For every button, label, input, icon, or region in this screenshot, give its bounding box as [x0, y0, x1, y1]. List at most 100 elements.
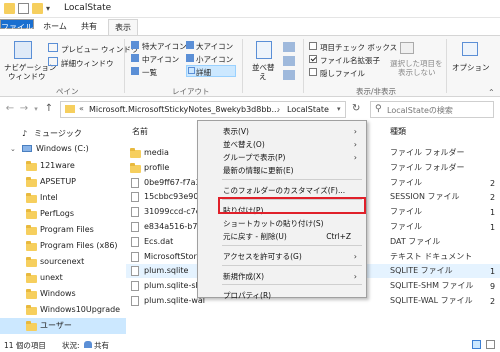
nav-item-folder[interactable]: Program Files (x86) — [0, 238, 126, 254]
folder-icon — [26, 273, 37, 283]
up-arrow-icon[interactable]: ↑ — [43, 102, 55, 116]
file-type: DAT ファイル — [390, 236, 441, 246]
share-users-icon — [84, 341, 92, 348]
layout-medium[interactable]: 中アイコン — [142, 54, 179, 65]
menu-item-label: 並べ替え(O) — [223, 140, 265, 149]
truncated-size-value: 9 — [490, 282, 496, 292]
breadcrumb-package[interactable]: Microsoft.MicrosoftStickyNotes_8wekyb3d8… — [89, 105, 279, 114]
context-menu-item[interactable]: このフォルダーのカスタマイズ(F)... — [199, 184, 365, 197]
nav-pane-label-2[interactable]: ウィンドウ — [8, 71, 46, 82]
sort-by-icon[interactable] — [256, 41, 272, 59]
nav-item-drive-c[interactable]: ⌄ Windows (C:) — [0, 141, 126, 157]
large-icons-view-toggle-icon[interactable] — [486, 340, 495, 349]
recent-dropdown-icon[interactable]: ▾ — [30, 102, 42, 116]
nav-item-label: Windows (C:) — [36, 144, 89, 153]
menu-separator — [222, 265, 362, 266]
nav-item-folder[interactable]: Windows — [0, 286, 126, 302]
breadcrumb-localstate[interactable]: LocalState — [287, 105, 329, 114]
nav-item-folder[interactable]: Intel — [0, 190, 126, 206]
details-view-toggle-icon[interactable] — [472, 340, 481, 349]
layout-small[interactable]: 小アイコン — [196, 54, 233, 65]
context-menu-item[interactable]: アクセスを許可する(G) › — [199, 250, 365, 263]
hidden-items-label[interactable]: 隠しファイル — [320, 68, 365, 79]
submenu-arrow-icon: › — [353, 252, 357, 261]
menu-item-label: 最新の情報に更新(E) — [223, 166, 294, 175]
expand-chevron-icon[interactable]: ⌄ — [10, 141, 16, 157]
nav-item-music[interactable]: ♪ ミュージック — [0, 126, 126, 142]
options-icon[interactable] — [462, 42, 478, 56]
context-menu-item[interactable]: 最新の情報に更新(E) — [199, 164, 365, 177]
file-name: Ecs.dat — [144, 236, 174, 246]
nav-item-label: APSETUP — [40, 177, 76, 186]
tab-share[interactable]: 共有 — [76, 19, 102, 35]
nav-item-label: Intel — [40, 193, 58, 202]
tab-file[interactable]: ファイル — [0, 19, 34, 32]
options-button[interactable]: オプション — [452, 62, 490, 73]
nav-item-folder[interactable]: sourcenext — [0, 254, 126, 270]
nav-item-folder[interactable]: PerfLogs — [0, 206, 126, 222]
item-checkbox-label[interactable]: 項目チェック ボックス — [320, 42, 397, 53]
preview-pane-button[interactable]: プレビュー ウィンドウ — [61, 44, 138, 55]
context-menu-item[interactable]: グループで表示(P) › — [199, 151, 365, 164]
sort-by-label-2[interactable]: え — [259, 71, 267, 82]
address-bar-row: ← → ▾ ↑ « Microsoft.MicrosoftStickyNotes… — [0, 98, 500, 122]
search-input[interactable]: ⚲ LocalStateの検索 — [370, 101, 494, 118]
address-dropdown-icon[interactable]: ▾ — [337, 105, 341, 113]
layout-extra-large[interactable]: 特大アイコン — [142, 41, 187, 52]
tab-view[interactable]: 表示 — [108, 19, 138, 35]
layout-list[interactable]: 一覧 — [142, 67, 157, 78]
column-header-name[interactable]: 名前 — [132, 126, 148, 137]
hide-selected-icon[interactable] — [400, 42, 414, 54]
paste-highlight-box — [218, 197, 366, 214]
context-menu-item[interactable]: 元に戻す - 削除(U) Ctrl+Z — [199, 230, 365, 243]
forward-arrow-icon[interactable]: → — [18, 102, 30, 116]
preview-pane-icon[interactable] — [48, 43, 58, 52]
address-overflow[interactable]: « — [79, 104, 84, 113]
nav-item-label: Program Files — [40, 225, 94, 234]
nav-item-folder[interactable]: Program Files — [0, 222, 126, 238]
group-by-icon[interactable] — [283, 42, 295, 52]
nav-item-folder[interactable]: APSETUP — [0, 174, 126, 190]
layout-details[interactable]: 詳細 — [196, 67, 211, 78]
nav-item-folder[interactable]: 121ware — [0, 158, 126, 174]
hidden-items-toggle[interactable] — [309, 68, 317, 76]
context-menu-item[interactable]: 表示(V) › — [199, 125, 365, 138]
folder-icon — [26, 257, 37, 267]
menu-item-label: 元に戻す - 削除(U) — [223, 232, 287, 241]
nav-item-label: PerfLogs — [40, 209, 75, 218]
nav-item-label: Program Files (x86) — [40, 241, 118, 250]
back-arrow-icon[interactable]: ← — [4, 102, 16, 116]
tab-home[interactable]: ホーム — [40, 19, 70, 35]
address-box[interactable]: « Microsoft.MicrosoftStickyNotes_8wekyb3… — [60, 101, 346, 118]
file-extension-toggle[interactable] — [309, 55, 317, 63]
navigation-pane-icon[interactable] — [14, 41, 32, 59]
details-pane-icon[interactable] — [48, 57, 58, 66]
context-menu-item[interactable]: 新規作成(X) › — [199, 270, 365, 283]
nav-item-folder[interactable]: unext — [0, 270, 126, 286]
new-folder-icon[interactable] — [32, 3, 43, 14]
refresh-icon[interactable]: ↻ — [352, 103, 360, 114]
properties-icon[interactable] — [18, 3, 29, 14]
item-checkbox-toggle[interactable] — [309, 42, 317, 50]
hide-selected-label-2[interactable]: 表示しない — [398, 67, 436, 78]
layout-large[interactable]: 大アイコン — [196, 41, 233, 52]
menu-separator — [222, 179, 362, 180]
size-columns-icon[interactable] — [283, 70, 295, 80]
details-pane-button[interactable]: 詳細ウィンドウ — [61, 58, 114, 69]
add-columns-icon[interactable] — [283, 56, 295, 66]
file-icon — [131, 222, 139, 232]
menu-item-label: グループで表示(P) — [223, 153, 286, 162]
file-extension-label[interactable]: ファイル名拡張子 — [320, 55, 380, 66]
list-icon — [131, 67, 139, 75]
search-icon: ⚲ — [375, 104, 382, 114]
column-header-type[interactable]: 種類 — [390, 126, 406, 137]
title-bar: ▾ LocalState — [0, 0, 500, 18]
context-menu-item[interactable]: ショートカットの貼り付け(S) — [199, 217, 365, 230]
nav-item-folder[interactable]: ユーザー — [0, 318, 126, 334]
context-menu-item[interactable]: プロパティ(R) — [199, 289, 365, 302]
small-icons-icon — [186, 54, 194, 62]
nav-item-folder[interactable]: Windows10Upgrade — [0, 302, 126, 318]
context-menu-item[interactable]: 並べ替え(O) › — [199, 138, 365, 151]
collapse-ribbon-icon[interactable]: ⌃ — [488, 88, 495, 97]
quick-access-dropdown-icon[interactable]: ▾ — [46, 3, 57, 14]
